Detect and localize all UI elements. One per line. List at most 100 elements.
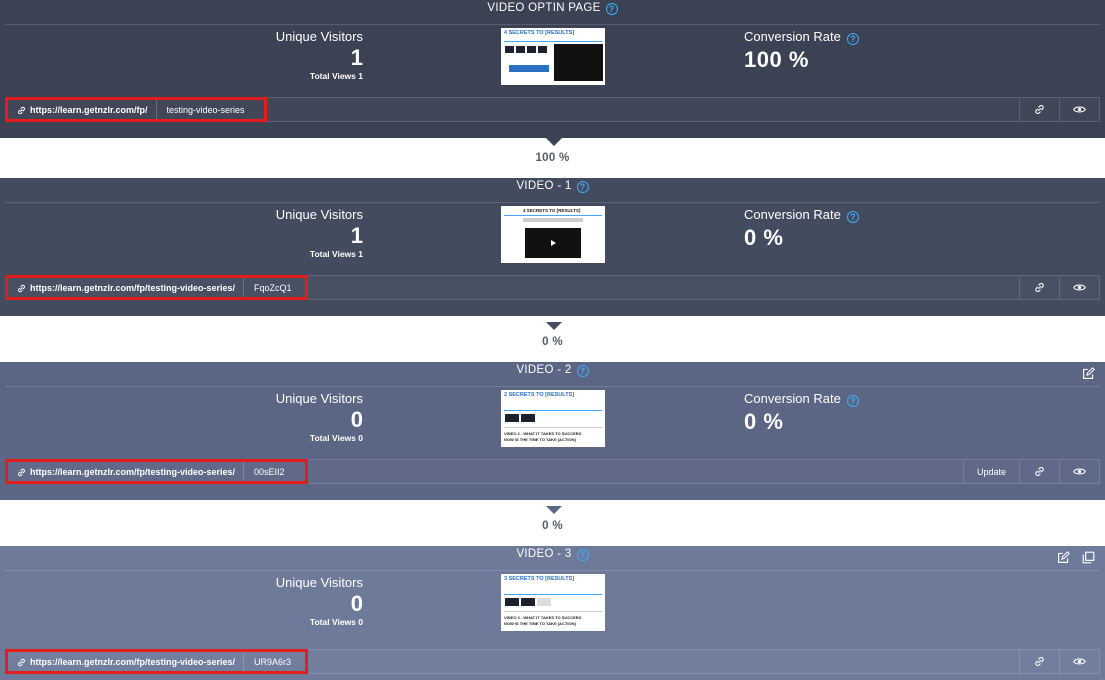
link-icon (17, 106, 25, 114)
link-icon (1035, 283, 1044, 292)
link-icon (1035, 657, 1044, 666)
conversion-rate: Conversion Rate? 100 % (744, 30, 859, 72)
conversion-rate-value: 0 % (744, 409, 784, 434)
url-prefix[interactable]: https://learn.getnzlr.com/fp/testing-vid… (8, 278, 245, 297)
url-bar: https://learn.getnzlr.com/fp/ testing-vi… (5, 97, 1100, 122)
connector-arrow (546, 322, 562, 330)
conversion-rate-label: Conversion Rate (744, 29, 841, 44)
total-views: Total Views 1 (309, 71, 363, 81)
link-icon (17, 658, 25, 666)
unique-visitors-value: 0 (350, 407, 363, 432)
divider (5, 24, 1100, 25)
unique-visitors-value: 1 (350, 223, 363, 248)
unique-visitors-label: Unique Visitors (275, 29, 363, 44)
step-title: VIDEO - 3? (0, 546, 1105, 563)
link-icon (17, 468, 25, 476)
conversion-rate-value: 100 % (744, 47, 809, 72)
step-actions (1082, 367, 1095, 380)
total-views: Total Views 0 (309, 433, 363, 443)
unique-visitors: Unique Visitors 1 Total Views 1 (276, 208, 363, 260)
help-icon[interactable]: ? (576, 181, 589, 193)
url-slug-input[interactable]: testing-video-series (157, 105, 255, 115)
total-views: Total Views 1 (309, 249, 363, 259)
step-actions (1057, 551, 1095, 564)
preview-button[interactable] (1059, 650, 1099, 673)
help-icon[interactable]: ? (605, 3, 618, 15)
copy-link-button[interactable] (1019, 276, 1059, 299)
funnel-step-video-3: VIDEO - 3? Unique Visitors 0 Total Views… (0, 546, 1105, 680)
connector-percentage: 100 % (535, 152, 570, 164)
update-button[interactable]: Update (963, 460, 1019, 483)
url-prefix-text: https://learn.getnzlr.com/fp/testing-vid… (30, 466, 236, 477)
url-slug-input[interactable]: FqoZcQ1 (244, 283, 302, 293)
edit-icon[interactable] (1082, 367, 1095, 380)
unique-visitors-value: 1 (350, 45, 363, 70)
step-title-text: VIDEO - 3 (516, 548, 572, 560)
unique-visitors: Unique Visitors 0 Total Views 0 (276, 576, 363, 628)
page-thumbnail[interactable]: 3 SECRETS TO [RESULTS] VIDEO 3 - WHAT IT… (501, 574, 605, 631)
step-title-text: VIDEO - 1 (516, 180, 572, 192)
funnel-step-optin: VIDEO OPTIN PAGE? Unique Visitors 1 Tota… (0, 0, 1105, 138)
preview-button[interactable] (1059, 276, 1099, 299)
divider (5, 386, 1100, 387)
connector-arrow (546, 138, 562, 146)
edit-icon[interactable] (1057, 551, 1070, 564)
step-title: VIDEO - 1? (0, 178, 1105, 195)
divider (5, 202, 1100, 203)
url-prefix-text: https://learn.getnzlr.com/fp/testing-vid… (30, 656, 236, 667)
link-icon (17, 284, 25, 292)
help-icon[interactable]: ? (846, 395, 859, 407)
help-icon[interactable]: ? (576, 365, 589, 377)
step-connector: 0 % (0, 322, 1105, 362)
help-icon[interactable]: ? (846, 33, 859, 45)
duplicate-icon[interactable] (1082, 551, 1095, 564)
step-title-text: VIDEO - 2 (516, 364, 572, 376)
conversion-rate-label: Conversion Rate (744, 207, 841, 222)
eye-icon (1073, 106, 1086, 113)
thumbnail-text: VIDEO 2 - WHAT IT TAKES TO SUCCEED (504, 431, 582, 436)
conversion-rate-label: Conversion Rate (744, 391, 841, 406)
funnel-step-video-2: VIDEO - 2? Unique Visitors 0 Total Views… (0, 362, 1105, 500)
step-title: VIDEO - 2? (0, 362, 1105, 379)
url-highlight-box: https://learn.getnzlr.com/fp/testing-vid… (5, 649, 308, 674)
help-icon[interactable]: ? (846, 211, 859, 223)
page-thumbnail[interactable]: 4 SECRETS TO [RESULTS] (501, 206, 605, 263)
page-thumbnail[interactable]: 2 SECRETS TO [RESULTS] VIDEO 2 - WHAT IT… (501, 390, 605, 447)
divider (5, 570, 1100, 571)
help-icon[interactable]: ? (576, 549, 589, 561)
thumbnail-text: VIDEO 3 - WHAT IT TAKES TO SUCCEED (504, 615, 582, 620)
thumbnail-heading: 2 SECRETS TO [RESULTS] (504, 392, 575, 398)
thumbnail-heading: 3 SECRETS TO [RESULTS] (504, 576, 575, 582)
eye-icon (1073, 284, 1086, 291)
url-prefix-text: https://learn.getnzlr.com/fp/ (30, 104, 148, 115)
url-prefix[interactable]: https://learn.getnzlr.com/fp/testing-vid… (8, 462, 245, 481)
page-thumbnail[interactable]: 4 SECRETS TO [RESULTS] (501, 28, 605, 85)
connector-percentage: 0 % (542, 520, 563, 532)
preview-button[interactable] (1059, 460, 1099, 483)
url-prefix[interactable]: https://learn.getnzlr.com/fp/ (8, 100, 157, 119)
url-bar: https://learn.getnzlr.com/fp/testing-vid… (5, 275, 1100, 300)
link-icon (1035, 467, 1044, 476)
copy-link-button[interactable] (1019, 650, 1059, 673)
connector-percentage: 0 % (542, 336, 563, 348)
url-slug-input[interactable]: UR9A6r3 (244, 657, 301, 667)
unique-visitors-label: Unique Visitors (275, 207, 363, 222)
preview-button[interactable] (1059, 98, 1099, 121)
copy-link-button[interactable] (1019, 460, 1059, 483)
url-slug-input[interactable]: 00sEII2 (244, 467, 295, 477)
url-prefix[interactable]: https://learn.getnzlr.com/fp/testing-vid… (8, 652, 245, 671)
copy-link-button[interactable] (1019, 98, 1059, 121)
url-prefix-text: https://learn.getnzlr.com/fp/testing-vid… (30, 282, 236, 293)
step-connector: 100 % (0, 138, 1105, 178)
url-highlight-box: https://learn.getnzlr.com/fp/ testing-vi… (5, 97, 267, 122)
eye-icon (1073, 468, 1086, 475)
thumbnail-heading: 4 SECRETS TO [RESULTS] (504, 30, 575, 36)
conversion-rate-value: 0 % (744, 225, 784, 250)
link-icon (1035, 105, 1044, 114)
conversion-rate: Conversion Rate? 0 % (744, 392, 859, 434)
unique-visitors: Unique Visitors 0 Total Views 0 (276, 392, 363, 444)
step-title-text: VIDEO OPTIN PAGE (487, 2, 601, 14)
funnel-step-video-1: VIDEO - 1? Unique Visitors 1 Total Views… (0, 178, 1105, 316)
unique-visitors-label: Unique Visitors (275, 575, 363, 590)
total-views: Total Views 0 (309, 617, 363, 627)
